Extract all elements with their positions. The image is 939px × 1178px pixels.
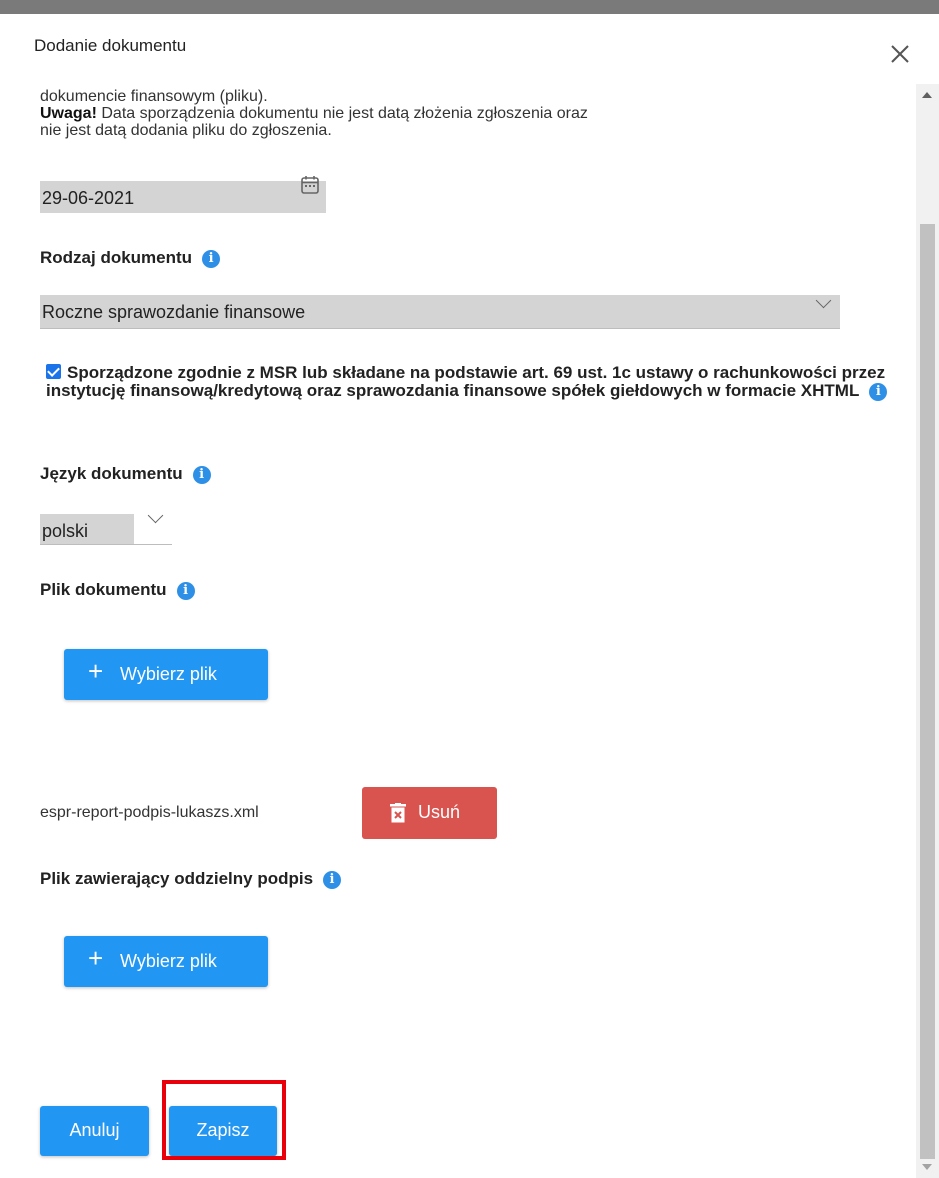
chevron-down-icon <box>147 507 164 524</box>
remove-label: Usuń <box>418 802 461 822</box>
language-label-text: Język dokumentu <box>40 464 183 483</box>
language-label: Język dokumentu i <box>40 464 211 484</box>
info-icon[interactable]: i <box>869 382 888 401</box>
dialog-title: Dodanie dokumentu <box>34 36 187 55</box>
msr-checkbox[interactable] <box>46 364 61 379</box>
language-value: polski <box>42 521 89 541</box>
language-select[interactable]: polski <box>40 507 172 545</box>
close-icon[interactable] <box>888 42 912 66</box>
remove-file-button[interactable]: Usuń <box>362 787 497 839</box>
msr-checkbox-row[interactable]: Sporządzone zgodnie z MSR lub składane n… <box>46 364 896 401</box>
choose-file-label: Wybierz plik <box>120 664 217 684</box>
document-date-input[interactable]: 29-06-2021 <box>40 176 326 213</box>
choose-document-file-button[interactable]: + Wybierz plik <box>64 649 268 700</box>
trash-icon <box>390 803 406 823</box>
msr-checkbox-label: Sporządzone zgodnie z MSR lub składane n… <box>46 363 886 400</box>
choose-file-label: Wybierz plik <box>120 951 217 971</box>
info-icon[interactable]: i <box>176 581 195 600</box>
language-select-underline <box>40 544 172 545</box>
uploaded-file-name: espr-report-podpis-lukaszs.xml <box>40 804 259 821</box>
document-type-label: Rodzaj dokumentu i <box>40 248 221 268</box>
info-line: dokumencie finansowym (pliku). <box>40 88 268 105</box>
choose-signature-file-button[interactable]: + Wybierz plik <box>64 936 268 987</box>
signature-file-label: Plik zawierający oddzielny podpis i <box>40 869 342 889</box>
scrollbar-thumb[interactable] <box>920 224 935 1159</box>
save-button[interactable]: Zapisz <box>169 1106 277 1156</box>
date-info-text: dokumencie finansowym (pliku). Uwaga! Da… <box>40 88 600 139</box>
scroll-down-arrow-icon[interactable] <box>922 1164 932 1170</box>
document-type-value: Roczne sprawozdanie finansowe <box>42 302 306 322</box>
save-label: Zapisz <box>196 1120 250 1140</box>
document-type-select[interactable]: Roczne sprawozdanie finansowe <box>40 292 840 329</box>
info-icon[interactable]: i <box>192 465 211 484</box>
plus-icon: + <box>88 656 104 686</box>
cancel-button[interactable]: Anuluj <box>40 1106 149 1156</box>
warning-text: Data sporządzenia dokumentu nie jest dat… <box>40 105 588 139</box>
signature-file-label-text: Plik zawierający oddzielny podpis <box>40 869 314 888</box>
info-icon[interactable]: i <box>202 249 221 268</box>
scroll-up-arrow-icon[interactable] <box>922 92 932 98</box>
dialog-content[interactable]: ` ˙ ` ˙ ˙ ˙ dokumencie finansowym (pliku… <box>0 84 916 1178</box>
document-file-label: Plik dokumentu i <box>40 580 195 600</box>
window-top-bar <box>0 0 939 14</box>
date-value: 29-06-2021 <box>42 188 135 208</box>
warning-label: Uwaga! <box>40 105 97 122</box>
calendar-icon[interactable] <box>300 175 320 195</box>
document-type-label-text: Rodzaj dokumentu <box>40 248 193 267</box>
vertical-scrollbar[interactable] <box>916 84 939 1178</box>
chevron-down-icon <box>815 292 832 309</box>
document-file-label-text: Plik dokumentu <box>40 580 167 599</box>
info-icon[interactable]: i <box>323 870 342 889</box>
plus-icon: + <box>88 943 104 973</box>
cancel-label: Anuluj <box>69 1120 120 1140</box>
